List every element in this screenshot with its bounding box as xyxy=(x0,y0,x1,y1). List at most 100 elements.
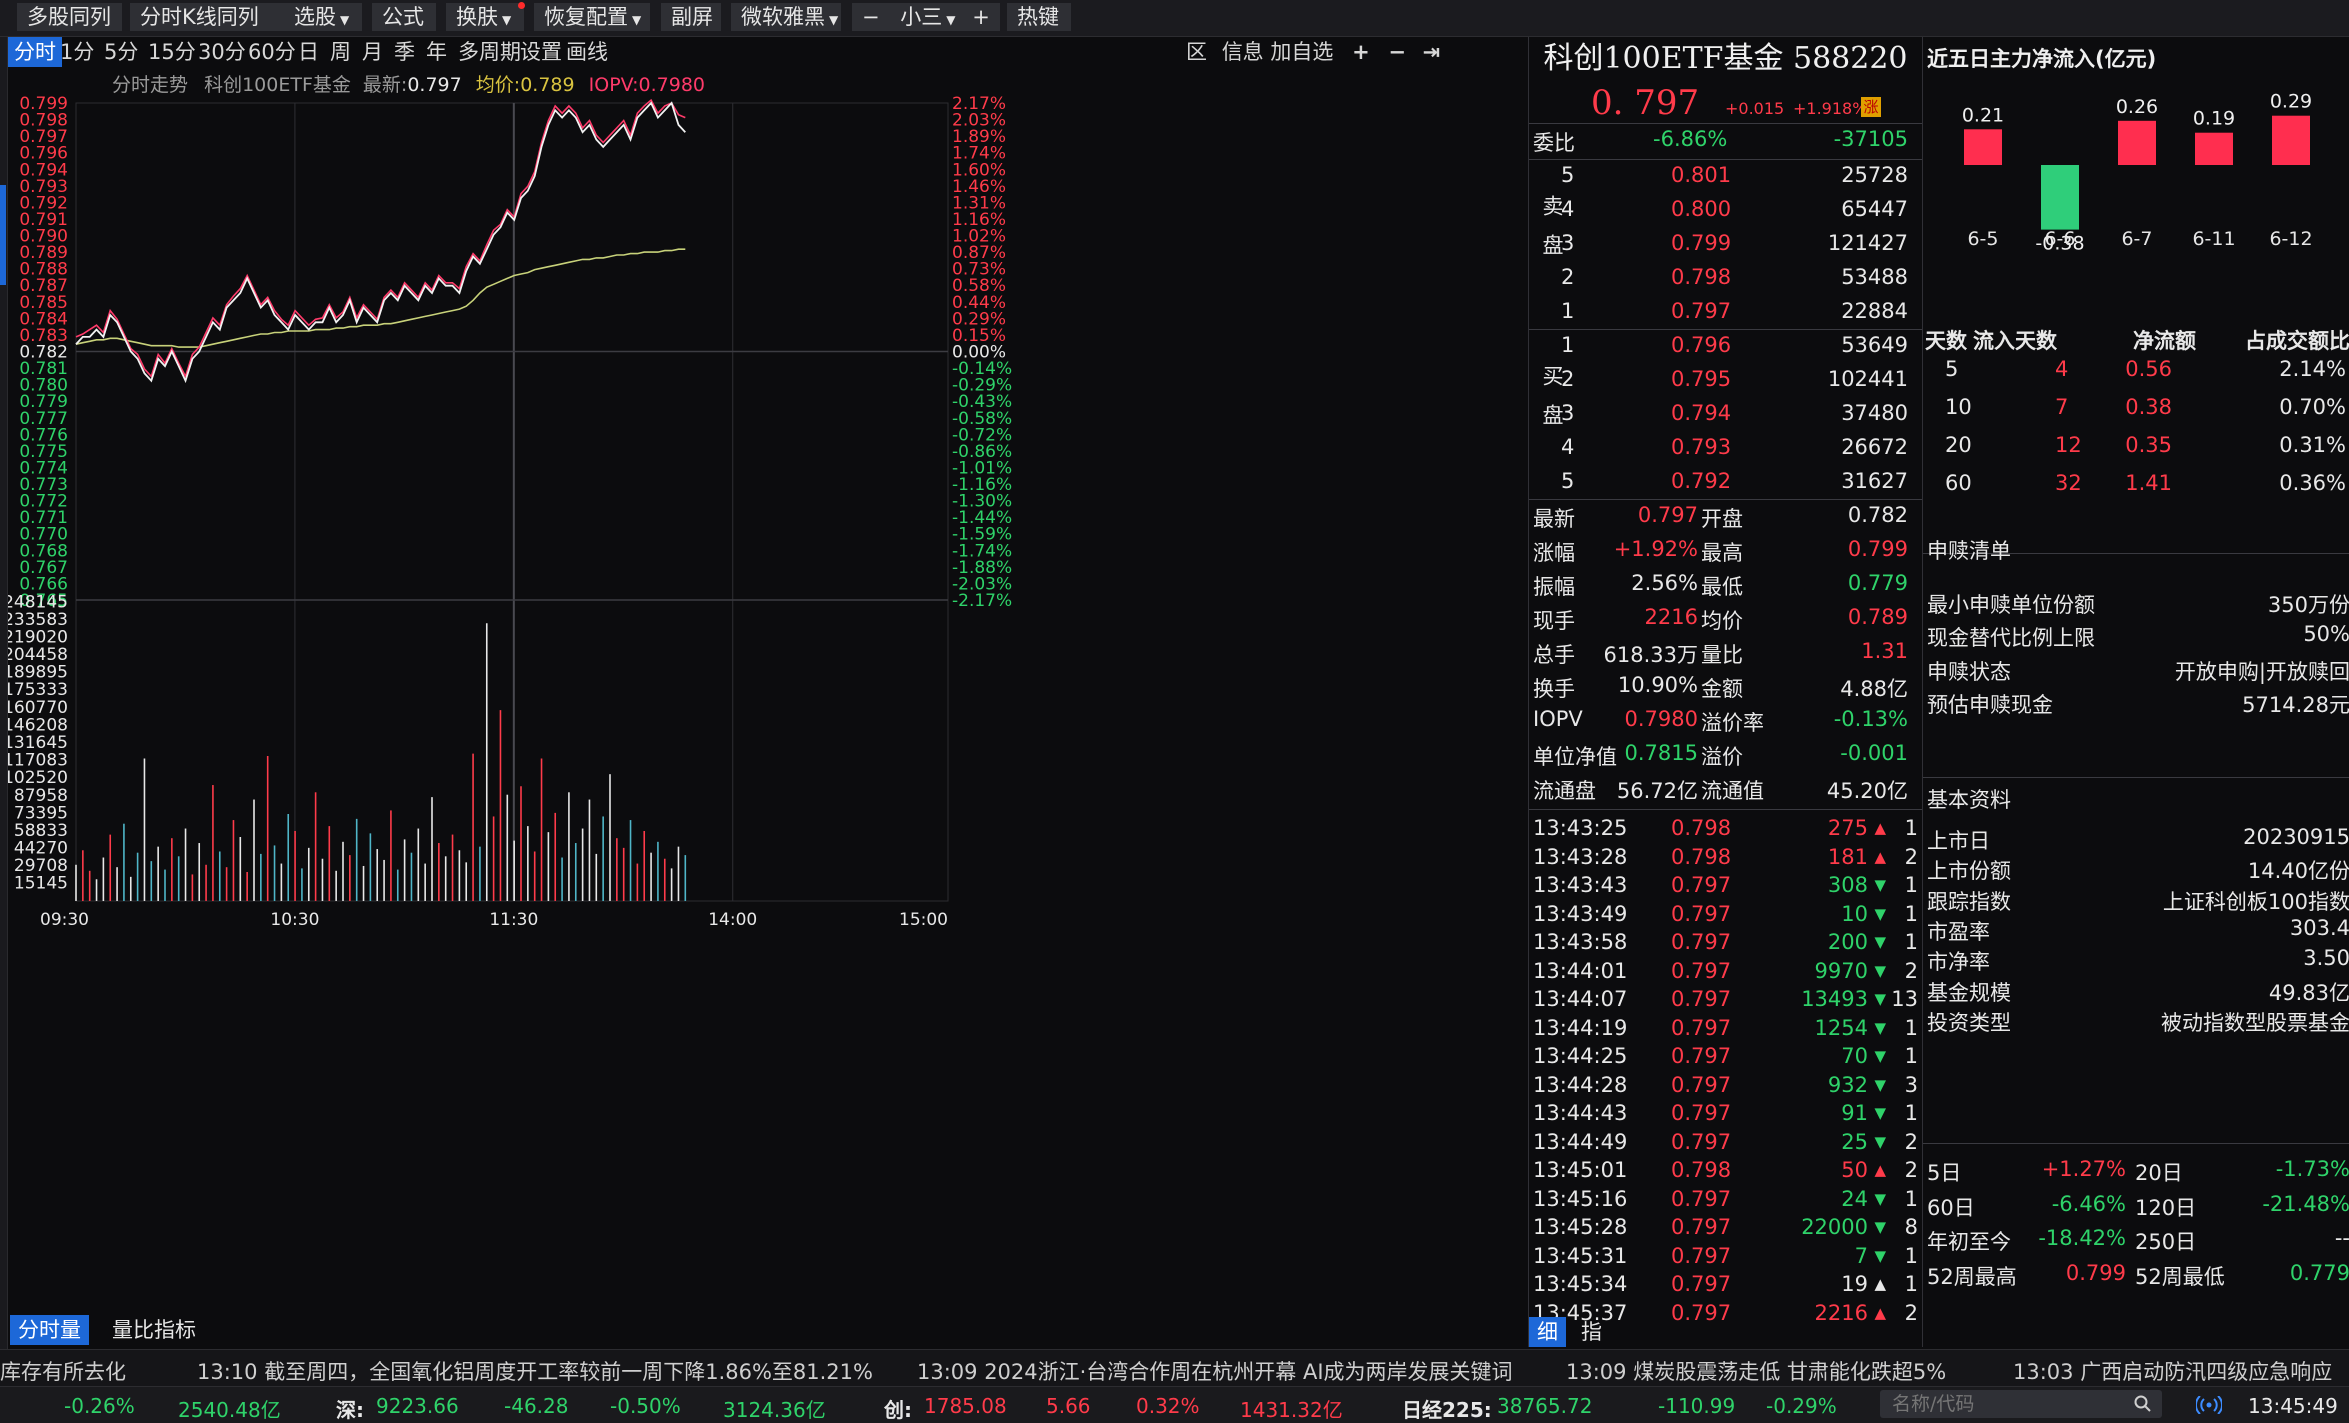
level: 1 xyxy=(1561,299,1575,323)
index-2-pct: -0.50% xyxy=(610,1394,681,1418)
tick-list[interactable]: 13:43:25 0.798 275 ▲ 1 13:43:28 0.798 181 ▲ 2 13:4… xyxy=(1529,802,1922,1325)
intraday-chart[interactable]: 0.7990.7980.7970.7960.7940.7930.7920.791… xyxy=(8,93,1528,1347)
minus-icon[interactable]: − xyxy=(1388,40,1406,64)
expand-panel-icon[interactable]: ⇥ xyxy=(1423,40,1441,64)
tick-count: 1 xyxy=(1904,1044,1918,1068)
tab-period-2[interactable]: 5分 xyxy=(104,37,138,67)
formula-button[interactable]: 公式 xyxy=(372,3,436,31)
arrow-down-icon: ▼ xyxy=(1874,1047,1886,1065)
flow-inflow-days: 12 xyxy=(2055,433,2082,457)
order-price: 0.797 xyxy=(1671,299,1732,323)
period-value: -- xyxy=(2334,1226,2349,1251)
orderbook-row[interactable]: 2 0.795 102441 xyxy=(1529,363,1922,397)
pct-tick-label: -2.17% xyxy=(952,591,1012,611)
tick-time: 13:44:01 xyxy=(1533,958,1628,983)
info-button[interactable]: 信息 xyxy=(1222,40,1264,64)
font-dropdown[interactable]: 微软雅黑 ▼ xyxy=(731,3,841,31)
chart-frame xyxy=(75,102,949,902)
tab-period-0[interactable]: 分时 xyxy=(8,37,62,67)
tick-time: 13:44:25 xyxy=(1533,1044,1628,1068)
tab-period-5[interactable]: 60分 xyxy=(248,37,296,67)
search-input[interactable] xyxy=(1880,1390,2120,1418)
orderbook-row[interactable]: 1 0.796 53649 xyxy=(1529,329,1922,363)
news-item[interactable]: 13:10 截至周四，全国氧化铝周度开工率较前一周下降1.86%至81.21% xyxy=(197,1356,873,1386)
flow-bar xyxy=(2041,165,2079,230)
stat-value: 4.88亿 xyxy=(1840,677,1908,701)
flow-net-amount: 0.38 xyxy=(2125,395,2172,419)
info-value: 3.50 xyxy=(2303,946,2349,971)
broadcast-icon[interactable] xyxy=(2196,1396,2222,1414)
index-2-value: 9223.66 xyxy=(376,1394,459,1418)
tick-time: 13:44:43 xyxy=(1533,1101,1628,1125)
hotkey-button[interactable]: 热键 xyxy=(1007,3,1071,31)
tab-detail[interactable]: 细 xyxy=(1529,1317,1566,1347)
orderbook-row[interactable]: 5 0.792 31627 xyxy=(1529,465,1922,499)
arrow-up-icon: ▲ xyxy=(1874,1303,1886,1322)
left-side-strip[interactable] xyxy=(0,37,8,1377)
plus-icon[interactable]: + xyxy=(1352,40,1370,64)
multi-stock-button[interactable]: 多股同列 xyxy=(17,3,122,31)
tab-period-6[interactable]: 日 xyxy=(298,37,319,67)
kline-compare-button[interactable]: 分时K线同列 xyxy=(130,3,292,31)
stat-label: 流通值 xyxy=(1701,779,1764,803)
tab-period-13[interactable]: 画线 xyxy=(566,37,608,67)
tab-period-1[interactable]: 1分 xyxy=(60,37,94,67)
stat-row: IOPV 0.7980 溢价率 -0.13% xyxy=(1529,703,1922,737)
tick-time: 13:43:28 xyxy=(1533,844,1628,869)
news-item[interactable]: 13:09 煤炭股震荡走低 甘肃能化跌超5% xyxy=(1566,1356,1946,1386)
flow-net-amount: 0.56 xyxy=(2125,357,2172,381)
tick-row: 13:45:31 0.797 7 ▼ 1 xyxy=(1529,1244,1922,1272)
skin-dropdown[interactable]: 换肤 ▼ xyxy=(446,3,524,31)
period-value: -21.48% xyxy=(2262,1191,2349,1216)
news-item[interactable]: 库存有所去化 xyxy=(0,1356,126,1386)
orderbook-row[interactable]: 1 0.797 22884 xyxy=(1529,295,1922,329)
tab-period-7[interactable]: 周 xyxy=(330,37,351,67)
tick-price: 0.797 xyxy=(1671,987,1732,1011)
tab-period-8[interactable]: 月 xyxy=(362,37,383,67)
stock-picker-dropdown[interactable]: 选股 ▼ xyxy=(284,3,362,31)
news-item[interactable]: 13:09 2024浙江·台湾合作周在杭州开幕 AI成为两岸发展关键词 xyxy=(917,1356,1513,1386)
tab-volume-ratio[interactable]: 量比指标 xyxy=(104,1315,204,1345)
tab-period-12[interactable]: 设置 xyxy=(520,37,562,67)
period-label: 250日 xyxy=(2135,1230,2197,1255)
tab-period-10[interactable]: 年 xyxy=(426,37,447,67)
stat-value: 0.7980 xyxy=(1624,707,1698,731)
index-3-name[interactable]: 创: xyxy=(884,1394,912,1423)
price-change-pct: +1.918% xyxy=(1793,99,1868,118)
tab-period-9[interactable]: 季 xyxy=(394,37,415,67)
orderbook-row[interactable]: 4 0.793 26672 xyxy=(1529,431,1922,465)
divider xyxy=(1923,777,2349,778)
tab-volume[interactable]: 分时量 xyxy=(10,1315,89,1345)
flow-date-label: 6-7 xyxy=(2121,228,2152,250)
font-decrease-button[interactable]: − xyxy=(862,5,880,29)
news-ticker[interactable]: 库存有所去化 13:10 截至周四，全国氧化铝周度开工率较前一周下降1.86%至… xyxy=(0,1349,2349,1386)
basic-info-title: 基本资料 xyxy=(1927,788,2011,812)
stock-search-box[interactable] xyxy=(1880,1390,2162,1418)
quote-panel: 科创100ETF基金 588220 0. 797 +0.015 +1.918% … xyxy=(1528,37,1922,1347)
tab-period-11[interactable]: 多周期 xyxy=(458,37,521,67)
tab-index[interactable]: 指 xyxy=(1573,1317,1610,1347)
orderbook-row[interactable]: 2 0.798 53488 xyxy=(1529,261,1922,295)
zone-button[interactable]: 区 xyxy=(1186,40,1207,64)
font-size-control[interactable]: − 小三 ▼ + xyxy=(852,3,1000,31)
font-increase-button[interactable]: + xyxy=(972,5,990,29)
orderbook-row[interactable]: 5 0.801 25728 xyxy=(1529,159,1922,193)
restore-config-dropdown[interactable]: 恢复配置 ▼ xyxy=(534,3,650,31)
orderbook-row[interactable]: 4 0.800 65447 xyxy=(1529,193,1922,227)
index-2-amount: 3124.36亿 xyxy=(723,1398,826,1422)
index-2-name[interactable]: 深: xyxy=(336,1394,364,1423)
add-watchlist-button[interactable]: 加自选 xyxy=(1270,40,1333,64)
second-screen-button[interactable]: 副屏 xyxy=(661,3,721,31)
tick-volume: 10 xyxy=(1841,901,1868,926)
price-line xyxy=(75,101,686,384)
search-icon[interactable] xyxy=(2134,1395,2152,1413)
tick-volume: 91 xyxy=(1841,1101,1868,1125)
stat-value: 0.779 xyxy=(1847,571,1908,595)
news-item[interactable]: 13:03 广西启动防汛四级应急响应 xyxy=(2013,1356,2332,1386)
index-4-name[interactable]: 日经225: xyxy=(1402,1394,1492,1423)
tab-period-3[interactable]: 15分 xyxy=(148,37,196,67)
tab-period-4[interactable]: 30分 xyxy=(198,37,246,67)
flow-days: 5 xyxy=(1945,357,1959,381)
orderbook-row[interactable]: 3 0.794 37480 xyxy=(1529,397,1922,431)
orderbook-row[interactable]: 3 0.799 121427 xyxy=(1529,227,1922,261)
